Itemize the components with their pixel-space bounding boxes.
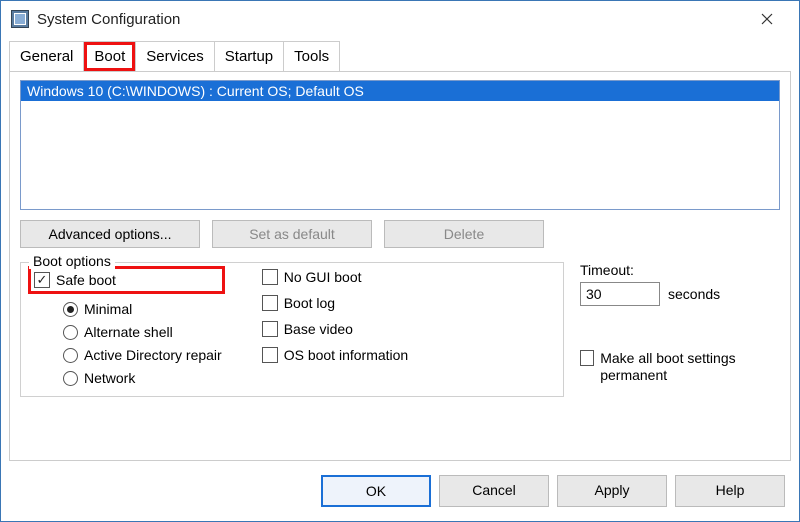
tab-panel-boot: Windows 10 (C:\WINDOWS) : Current OS; De… (9, 71, 791, 461)
advanced-options-button[interactable]: Advanced options... (20, 220, 200, 248)
radio-icon (63, 302, 78, 317)
boot-options-right-col: No GUI boot Boot log Base video OS (262, 269, 409, 386)
checkbox-icon (262, 321, 278, 337)
os-list-item-label: Windows 10 (C:\WINDOWS) : Current OS; De… (27, 83, 364, 99)
boot-buttons-row: Advanced options... Set as default Delet… (20, 220, 780, 248)
ok-button[interactable]: OK (321, 475, 431, 507)
tab-general[interactable]: General (9, 41, 84, 71)
radio-network-label: Network (84, 370, 135, 386)
apply-button[interactable]: Apply (557, 475, 667, 507)
timeout-label: Timeout: (580, 262, 780, 278)
boot-options-group: Boot options ✓ Safe boot Minima (20, 262, 564, 397)
app-icon (11, 10, 29, 28)
safe-boot-highlight: ✓ Safe boot (31, 269, 222, 291)
os-list[interactable]: Windows 10 (C:\WINDOWS) : Current OS; De… (20, 80, 780, 210)
close-button[interactable] (745, 4, 789, 34)
tab-startup-label: Startup (225, 48, 273, 65)
radio-network[interactable]: Network (63, 370, 222, 386)
os-list-item[interactable]: Windows 10 (C:\WINDOWS) : Current OS; De… (21, 81, 779, 101)
boot-log-checkbox[interactable]: Boot log (262, 295, 409, 311)
timeout-input[interactable] (580, 282, 660, 306)
radio-icon (63, 371, 78, 386)
radio-icon (63, 325, 78, 340)
cancel-button[interactable]: Cancel (439, 475, 549, 507)
timeout-unit: seconds (668, 286, 720, 302)
delete-button[interactable]: Delete (384, 220, 544, 248)
lower-row: Boot options ✓ Safe boot Minima (20, 262, 780, 397)
base-video-checkbox[interactable]: Base video (262, 321, 409, 337)
tab-general-label: General (20, 48, 73, 65)
radio-alt-shell-label: Alternate shell (84, 324, 173, 340)
checkbox-icon (262, 269, 278, 285)
system-configuration-window: System Configuration General Boot Servic… (0, 0, 800, 522)
radio-minimal-label: Minimal (84, 301, 132, 317)
safe-boot-checkbox[interactable]: ✓ Safe boot (34, 272, 116, 288)
timeout-group: Timeout: seconds (580, 262, 780, 306)
tab-services[interactable]: Services (135, 41, 215, 71)
make-permanent-label: Make all boot settings permanent (600, 350, 780, 384)
tab-boot-label: Boot (94, 48, 125, 65)
no-gui-boot-checkbox[interactable]: No GUI boot (262, 269, 409, 285)
radio-ad-repair[interactable]: Active Directory repair (63, 347, 222, 363)
tab-tools[interactable]: Tools (283, 41, 340, 71)
os-boot-info-checkbox[interactable]: OS boot information (262, 347, 409, 363)
checkbox-icon (580, 350, 594, 366)
ok-label: OK (366, 483, 386, 499)
radio-ad-repair-label: Active Directory repair (84, 347, 222, 363)
tab-services-label: Services (146, 48, 204, 65)
base-video-label: Base video (284, 321, 353, 337)
radio-minimal[interactable]: Minimal (63, 301, 222, 317)
safe-boot-label: Safe boot (56, 272, 116, 288)
close-icon (761, 13, 773, 25)
checkbox-icon (262, 347, 278, 363)
help-button[interactable]: Help (675, 475, 785, 507)
tab-boot[interactable]: Boot (83, 41, 136, 71)
apply-label: Apply (594, 482, 629, 498)
tab-startup[interactable]: Startup (214, 41, 284, 71)
make-permanent-checkbox[interactable]: Make all boot settings permanent (580, 350, 780, 384)
checkbox-icon: ✓ (34, 272, 50, 288)
set-default-button[interactable]: Set as default (212, 220, 372, 248)
no-gui-label: No GUI boot (284, 269, 362, 285)
boot-options-legend: Boot options (29, 253, 115, 269)
radio-alternate-shell[interactable]: Alternate shell (63, 324, 222, 340)
cancel-label: Cancel (472, 482, 516, 498)
boot-options-left-col: ✓ Safe boot Minimal Alternate sh (31, 269, 222, 386)
radio-icon (63, 348, 78, 363)
timeout-column: Timeout: seconds Make all boot settings … (580, 262, 780, 397)
checkbox-icon (262, 295, 278, 311)
titlebar: System Configuration (1, 1, 799, 37)
tab-tools-label: Tools (294, 48, 329, 65)
os-info-label: OS boot information (284, 347, 409, 363)
set-default-label: Set as default (249, 226, 335, 242)
help-label: Help (716, 482, 745, 498)
tab-strip: General Boot Services Startup Tools (1, 37, 799, 71)
boot-log-label: Boot log (284, 295, 335, 311)
dialog-footer: OK Cancel Apply Help (1, 461, 799, 521)
advanced-options-label: Advanced options... (49, 226, 172, 242)
window-title: System Configuration (37, 11, 745, 28)
delete-label: Delete (444, 226, 484, 242)
